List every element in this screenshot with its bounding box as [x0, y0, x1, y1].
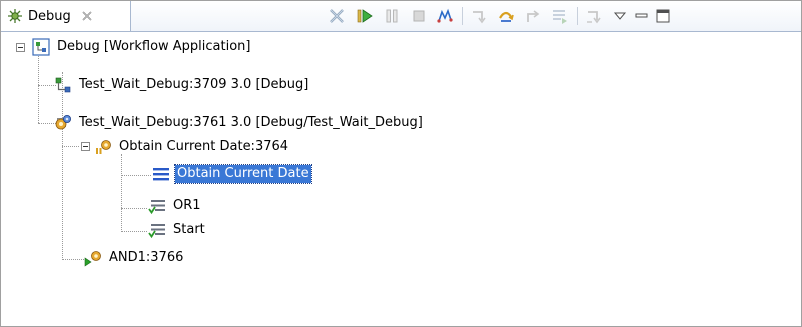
- collapse-thread-toggle[interactable]: [81, 142, 90, 151]
- maximize-icon[interactable]: [654, 7, 672, 25]
- thread-suspended-icon: [96, 140, 111, 154]
- tree-item-frame-obtain-current-date[interactable]: Obtain Current Date: [152, 163, 312, 185]
- stack-frame-done-icon: [148, 200, 165, 215]
- debug-target-running-icon: [55, 115, 71, 130]
- debug-view: Debug Debug [Workflow Application] Test_…: [0, 0, 802, 327]
- tree-item-frame-or1[interactable]: OR1: [148, 195, 203, 217]
- minimize-icon[interactable]: [633, 7, 651, 25]
- tree-item-label: Test_Wait_Debug:3709 3.0 [Debug]: [79, 77, 309, 92]
- workflow-application-icon: [32, 38, 50, 56]
- tree-item-thread-3764[interactable]: Obtain Current Date:3764: [94, 136, 290, 158]
- step-into-icon: [473, 11, 486, 24]
- tab-label: Debug: [28, 8, 71, 24]
- view-tab-bar: Debug: [1, 1, 801, 32]
- tree-item-label: Debug [Workflow Application]: [57, 39, 251, 54]
- step-over-icon[interactable]: [497, 7, 515, 25]
- tree-item-label: AND1:3766: [109, 250, 184, 265]
- tree-item-frame-start[interactable]: Start: [148, 219, 207, 241]
- stack-frame-done-icon: [148, 224, 165, 239]
- collapse-launch-toggle[interactable]: [16, 43, 25, 52]
- tree-item-target-3709[interactable]: Test_Wait_Debug:3709 3.0 [Debug]: [54, 74, 310, 96]
- tree-item-target-3761[interactable]: Test_Wait_Debug:3761 3.0 [Debug/Test_Wai…: [54, 112, 425, 134]
- step-filters-icon: [587, 11, 601, 24]
- step-return-icon: [527, 10, 540, 22]
- tree-item-label: OR1: [173, 198, 201, 213]
- terminate-icon: [413, 10, 425, 22]
- thread-running-icon: [84, 251, 101, 267]
- resume-icon[interactable]: [356, 7, 374, 25]
- tab-debug[interactable]: Debug: [1, 1, 131, 31]
- remove-terminated-icon[interactable]: [328, 7, 346, 25]
- tree-item-thread-3766[interactable]: AND1:3766: [84, 247, 185, 269]
- tree-item-label: Obtain Current Date: [174, 164, 312, 184]
- drop-to-frame-icon: [553, 10, 567, 24]
- suspend-icon: [386, 9, 398, 23]
- tree-item-label: Test_Wait_Debug:3761 3.0 [Debug/Test_Wai…: [79, 115, 423, 130]
- debug-view-icon: [8, 9, 22, 23]
- view-toolbar: [321, 1, 801, 31]
- disconnect-icon[interactable]: [436, 7, 454, 25]
- debug-tree[interactable]: Debug [Workflow Application] Test_Wait_D…: [1, 32, 801, 326]
- stack-frame-icon: [153, 168, 169, 181]
- tree-item-label: Obtain Current Date:3764: [119, 139, 289, 154]
- tree-item-launch[interactable]: Debug [Workflow Application]: [32, 36, 253, 58]
- close-icon[interactable]: [81, 10, 93, 22]
- debug-target-terminated-icon: [55, 77, 71, 93]
- view-menu-icon[interactable]: [611, 7, 629, 25]
- tree-item-label: Start: [173, 222, 205, 237]
